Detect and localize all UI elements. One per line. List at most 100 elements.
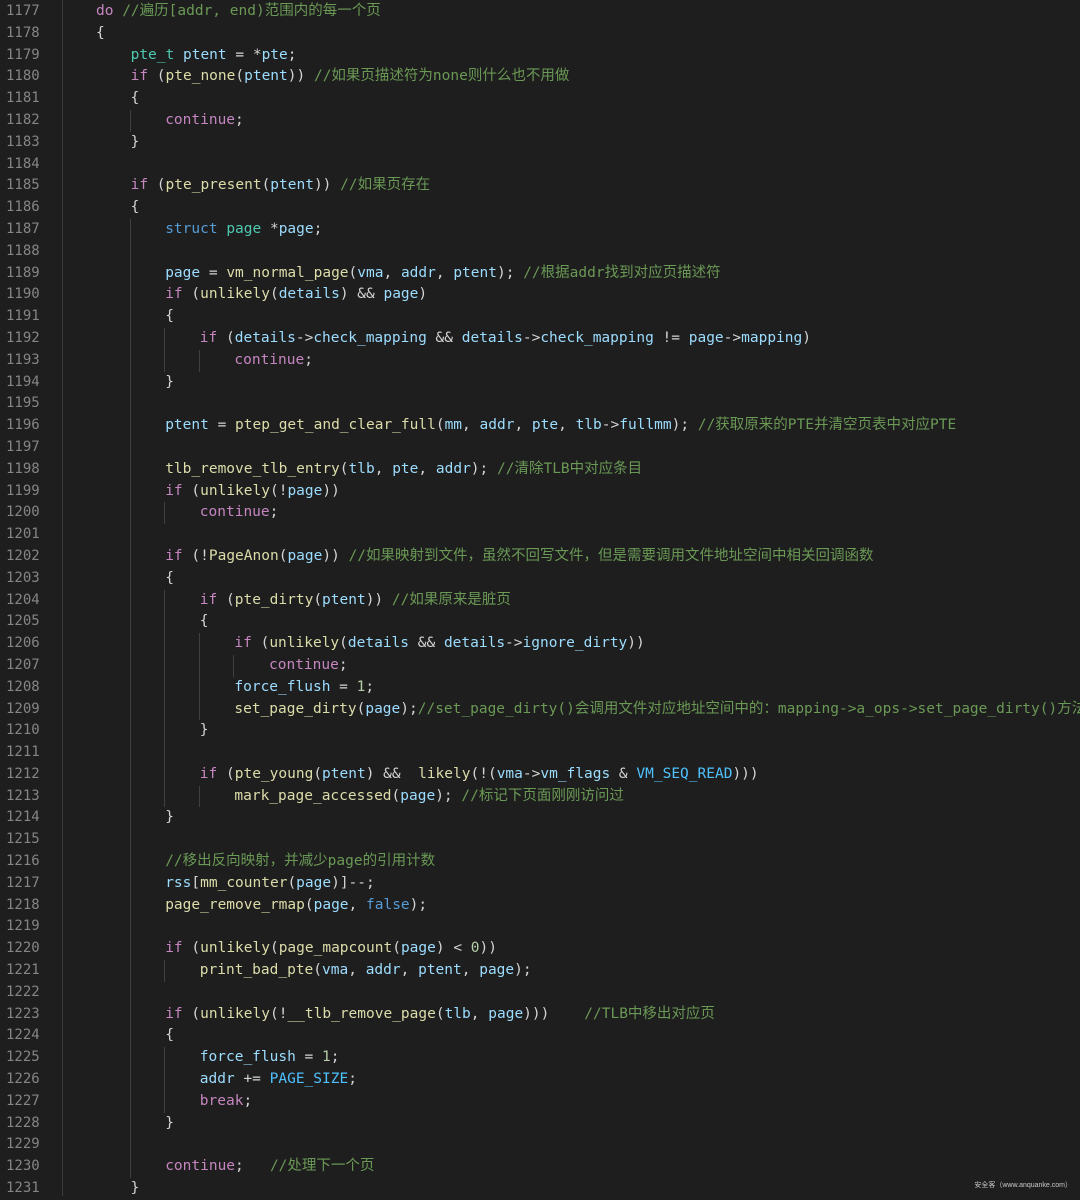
code-line[interactable]: 1185 if (pte_present(ptent)) //如果页存在 xyxy=(0,175,1080,197)
indent-guide xyxy=(129,262,131,285)
code-line[interactable]: 1211 xyxy=(0,742,1080,764)
code-line[interactable]: 1225 force_flush = 1; xyxy=(0,1047,1080,1070)
code-line[interactable]: 1187 struct page *page; xyxy=(0,218,1080,241)
code-line[interactable]: 1207 continue; xyxy=(0,654,1080,677)
line-number: 1183 xyxy=(6,133,40,150)
code-line[interactable]: 1228} xyxy=(0,1112,1080,1135)
code-token: { xyxy=(130,199,140,216)
code-token: , xyxy=(435,264,454,281)
code-token: (!( xyxy=(470,765,497,782)
code-line[interactable]: 1177 do //遍历[addr, end)范围内的每一个页 xyxy=(0,1,1080,23)
line-number: 1213 xyxy=(6,787,40,804)
code-token: } xyxy=(165,1114,174,1131)
code-line[interactable]: 1183} xyxy=(0,132,1080,154)
code-line[interactable]: 1223 if (unlikely(!__tlb_remove_page(tlb,… xyxy=(0,1003,1080,1026)
line-number: 1222 xyxy=(6,983,40,1000)
code-line[interactable]: 1178 { xyxy=(0,23,1080,45)
indent-guide xyxy=(233,654,235,677)
line-number: 1217 xyxy=(6,874,40,891)
code-line[interactable]: 1198 tlb_remove_tlb_entry(tlb, pte, addr)… xyxy=(0,458,1080,481)
code-line[interactable]: 1209 set_page_dirty(page);//set_page_dirt… xyxy=(0,698,1080,721)
code-line[interactable]: 1227 break; xyxy=(0,1090,1080,1113)
code-line[interactable]: 1204 if (pte_dirty(ptent)) //如果原来是脏页 xyxy=(0,589,1080,612)
code-token: ; xyxy=(313,220,323,237)
code-line[interactable]: 1231} xyxy=(0,1178,1080,1200)
code-line[interactable]: 1199 if (unlikely(!page)) xyxy=(0,480,1080,503)
indent-guide xyxy=(129,1090,131,1113)
code-line[interactable]: 1196 ptent = ptep_get_and_clear_full(mm, … xyxy=(0,415,1080,437)
code-line[interactable]: 1194} xyxy=(0,371,1080,394)
code-line[interactable]: 1226 addr += PAGE_SIZE; xyxy=(0,1069,1080,1091)
code-line[interactable]: 1214} xyxy=(0,807,1080,830)
code-line[interactable]: 1181 { xyxy=(0,88,1080,110)
line-number: 1203 xyxy=(6,569,40,586)
code-line[interactable]: 1195 xyxy=(0,393,1080,416)
code-line[interactable]: 1219 xyxy=(0,916,1080,939)
code-line[interactable]: 1203 { xyxy=(0,567,1080,590)
code-line[interactable]: 1222 xyxy=(0,981,1080,1004)
code-token: ( xyxy=(182,940,201,957)
line-number: 1201 xyxy=(6,526,40,543)
line-text: } xyxy=(200,720,209,742)
code-token: //清除TLB中对应条目 xyxy=(497,460,643,477)
code-token: if xyxy=(165,547,183,564)
line-number: 1229 xyxy=(6,1136,40,1153)
code-line[interactable]: 1221 print_bad_pte(vma, addr, ptent, page… xyxy=(0,960,1080,982)
code-token: ; xyxy=(243,1092,253,1109)
code-line[interactable]: 1180 if (pte_none(ptent)) //如果页描述符为none则什… xyxy=(0,66,1080,88)
code-line[interactable]: 1229 xyxy=(0,1134,1080,1157)
code-line[interactable]: 1189 page = vm_normal_page(vma, addr, pte… xyxy=(0,262,1080,285)
code-line[interactable]: 1217 rss[mm_counter(page)]--; xyxy=(0,872,1080,895)
code-line[interactable]: 1182 continue; xyxy=(0,109,1080,132)
code-editor[interactable]: 1177 do //遍历[addr, end)范围内的每一个页 1178 {1179 p… xyxy=(0,0,1080,1196)
code-line[interactable]: 1201 xyxy=(0,524,1080,546)
code-token: if xyxy=(130,177,149,194)
code-token: ( xyxy=(217,591,235,608)
code-line[interactable]: 1179 pte_t ptent = *pte; xyxy=(0,45,1080,67)
line-text: if (unlikely(details) && page) xyxy=(165,284,427,306)
code-token: //TLB中移出对应页 xyxy=(584,1005,715,1022)
code-line[interactable]: 1190 if (unlikely(details) && page) xyxy=(0,284,1080,307)
line-text: tlb_remove_tlb_entry(tlb, pte, addr); //… xyxy=(165,459,642,481)
code-line[interactable]: 1208 force_flush = 1; xyxy=(0,676,1080,699)
indent-guide xyxy=(164,502,166,525)
code-line[interactable]: 1230 continue; //处理下一个页 xyxy=(0,1156,1080,1179)
code-token: } xyxy=(130,1180,140,1197)
code-line[interactable]: 1216 //移出反向映射，并减少page的引用计数 xyxy=(0,851,1080,873)
code-token: page xyxy=(479,962,515,979)
code-token: check_mapping xyxy=(313,329,427,346)
code-line[interactable]: 1197 xyxy=(0,436,1080,459)
code-line[interactable]: 1193 continue; xyxy=(0,349,1080,372)
code-line[interactable]: 1184 xyxy=(0,154,1080,176)
code-line[interactable]: 1220 if (unlikely(page_mapcount(page) < 0… xyxy=(0,938,1080,961)
indent-guide xyxy=(129,654,131,677)
code-line[interactable]: 1188 xyxy=(0,240,1080,263)
code-line[interactable]: 1191 { xyxy=(0,306,1080,328)
indent-guide xyxy=(129,851,131,873)
code-line[interactable]: 1224 { xyxy=(0,1025,1080,1048)
code-token: if xyxy=(165,940,183,957)
code-line[interactable]: 1210} xyxy=(0,720,1080,743)
code-line[interactable]: 1186 { xyxy=(0,197,1080,219)
code-line[interactable]: 1192 if (details->check_mapping && detail… xyxy=(0,327,1080,350)
code-line[interactable]: 1212 if (pte_young(ptent) && likely(!(vma… xyxy=(0,763,1080,786)
code-token: page xyxy=(287,482,323,499)
code-token: (! xyxy=(269,1005,288,1022)
code-token: -> xyxy=(505,635,523,652)
line-number: 1230 xyxy=(6,1158,40,1175)
code-token: [ xyxy=(191,874,201,891)
code-token: print_bad_pte xyxy=(199,962,314,979)
code-token: } xyxy=(165,809,174,826)
code-line[interactable]: 1200 continue; xyxy=(0,502,1080,525)
line-text: continue; //处理下一个页 xyxy=(165,1156,374,1178)
code-line[interactable]: 1213 mark_page_accessed(page); //标记下页面刚刚访… xyxy=(0,785,1080,808)
code-token: && xyxy=(426,329,462,346)
line-number: 1185 xyxy=(6,177,40,194)
code-line[interactable]: 1215 xyxy=(0,829,1080,852)
code-line[interactable]: 1206 if (unlikely(details && details->ign… xyxy=(0,633,1080,655)
code-line[interactable]: 1218 page_remove_rmap(page, false); xyxy=(0,894,1080,917)
code-token: details xyxy=(443,635,506,652)
code-line[interactable]: 1205 { xyxy=(0,611,1080,634)
code-line[interactable]: 1202 if (!PageAnon(page)) //如果映射到文件，虽然不回写… xyxy=(0,545,1080,568)
code-area[interactable]: 1177 do //遍历[addr, end)范围内的每一个页 1178 {1179 p… xyxy=(0,1,1080,1200)
